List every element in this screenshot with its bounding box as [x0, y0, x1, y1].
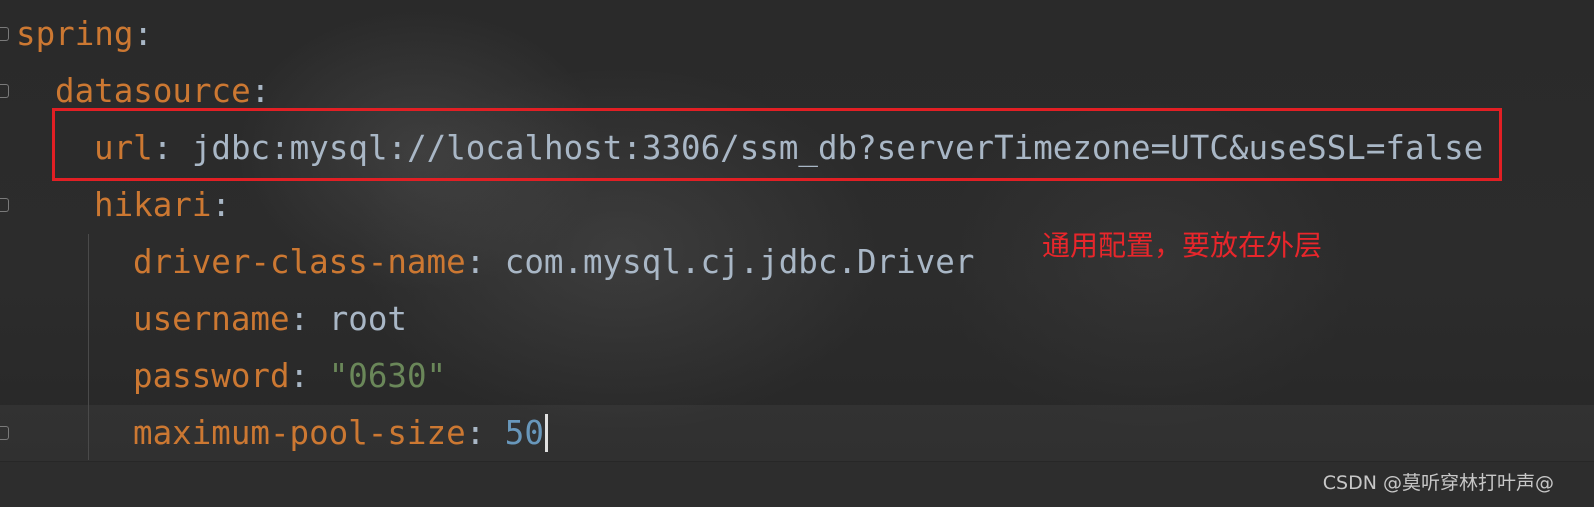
code-line-spring[interactable]: spring:	[16, 14, 153, 54]
code-line-maximum-pool-size[interactable]: maximum-pool-size: 50	[133, 413, 548, 453]
yaml-key: maximum-pool-size	[133, 414, 466, 452]
yaml-key: driver-class-name	[133, 243, 466, 281]
code-line-password[interactable]: password: "0630"	[133, 356, 446, 396]
indent-guide	[88, 234, 89, 460]
text-caret	[544, 414, 548, 452]
editor-gutter	[0, 0, 14, 507]
annotation-note: 通用配置，要放在外层	[1042, 229, 1323, 262]
code-line-driver-class-name[interactable]: driver-class-name: com.mysql.cj.jdbc.Dri…	[133, 242, 974, 282]
yaml-key: hikari	[94, 186, 212, 224]
fold-end-marker-icon[interactable]	[0, 426, 9, 440]
code-line-datasource[interactable]: datasource:	[55, 71, 270, 111]
fold-marker-icon[interactable]	[0, 84, 9, 98]
yaml-value: com.mysql.cj.jdbc.Driver	[485, 243, 975, 281]
fold-marker-icon[interactable]	[0, 198, 9, 212]
yaml-colon: :	[289, 300, 310, 338]
yaml-colon: :	[133, 15, 153, 53]
yaml-key: datasource	[55, 72, 251, 110]
yaml-colon: :	[465, 414, 486, 452]
yaml-string-value: "0630"	[309, 357, 447, 395]
yaml-number-value: 50	[485, 414, 544, 452]
yaml-colon: :	[465, 243, 486, 281]
yaml-key: spring	[16, 15, 134, 53]
code-line-username[interactable]: username: root	[133, 299, 407, 339]
fold-marker-icon[interactable]	[0, 27, 9, 41]
yaml-key: password	[133, 357, 290, 395]
url-highlight-box	[52, 108, 1502, 181]
yaml-colon: :	[289, 357, 310, 395]
yaml-colon: :	[250, 72, 271, 110]
watermark: CSDN @莫听穿林打叶声@	[1322, 472, 1554, 494]
code-line-hikari[interactable]: hikari:	[94, 185, 231, 225]
yaml-value: root	[309, 300, 407, 338]
yaml-key: username	[133, 300, 290, 338]
yaml-colon: :	[211, 186, 231, 224]
code-editor[interactable]: spring: datasource: url: jdbc:mysql://lo…	[0, 0, 1594, 507]
